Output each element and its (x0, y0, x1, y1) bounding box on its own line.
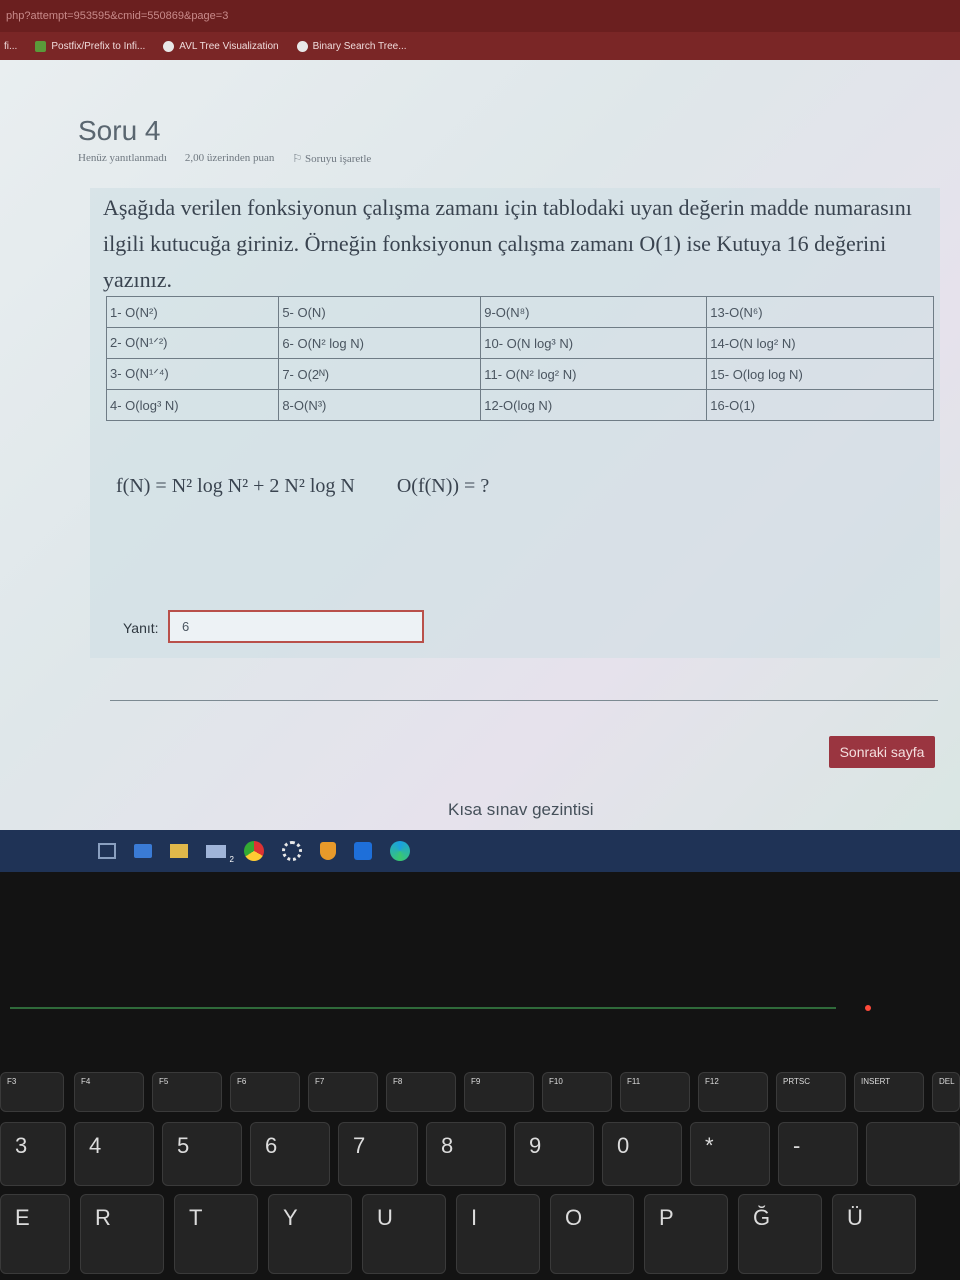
mail-badge: 2 (229, 854, 234, 864)
key-6[interactable]: 6 (250, 1122, 330, 1186)
key-backspace[interactable] (866, 1122, 960, 1186)
file-explorer-icon[interactable] (134, 844, 152, 858)
task-view-icon[interactable] (98, 843, 116, 859)
key-asterisk[interactable]: * (690, 1122, 770, 1186)
key-f4[interactable]: F4 (74, 1072, 144, 1112)
key-t[interactable]: T (174, 1194, 258, 1274)
key-f6[interactable]: F6 (230, 1072, 300, 1112)
key-9[interactable]: 9 (514, 1122, 594, 1186)
settings-icon[interactable] (282, 841, 302, 861)
bookmark-favicon-icon (35, 40, 47, 52)
option-cell: 14-O(N log² N) (706, 327, 934, 359)
option-cell: 2- O(N¹ᐟ²) (105, 327, 280, 359)
option-cell: 7- O(2ᴺ) (278, 358, 482, 390)
function-formula: f(N) = N² log N² + 2 N² log N (116, 475, 355, 497)
key-g-breve[interactable]: Ğ (738, 1194, 822, 1274)
answer-label: Yanıt: (123, 620, 159, 636)
divider (110, 700, 938, 701)
table-row: 2- O(N¹ᐟ²) 6- O(N² log N) 10- O(N log³ N… (105, 327, 934, 359)
key-3[interactable]: 3 (0, 1122, 66, 1186)
key-prtsc[interactable]: PRTSC (776, 1072, 846, 1112)
key-7[interactable]: 7 (338, 1122, 418, 1186)
shield-icon[interactable] (320, 842, 336, 860)
key-f3[interactable]: F3 (0, 1072, 64, 1112)
next-page-button[interactable]: Sonraki sayfa (829, 736, 935, 768)
option-cell: 1- O(N²) (105, 296, 280, 328)
option-cell: 4- O(log³ N) (105, 389, 280, 421)
options-table: 1- O(N²) 5- O(N) 9-O(N⁸) 13-O(N⁶) 2- O(N… (105, 296, 934, 421)
question-info: Henüz yanıtlanmadı 2,00 üzerinden puan ⚐… (78, 152, 371, 165)
key-r[interactable]: R (80, 1194, 164, 1274)
key-f7[interactable]: F7 (308, 1072, 378, 1112)
question-status: Henüz yanıtlanmadı (78, 152, 167, 164)
key-e[interactable]: E (0, 1194, 70, 1274)
laptop-keyboard: F3 F4 F5 F6 F7 F8 F9 F10 F11 F12 PRTSC I… (0, 872, 960, 1280)
bookmark-item[interactable]: Postfix/Prefix to Infi... (35, 40, 145, 52)
option-cell: 13-O(N⁶) (706, 296, 934, 328)
complexity-question: O(f(N)) = ? (396, 475, 490, 497)
key-minus[interactable]: - (778, 1122, 858, 1186)
quiz-page: Soru 4 Henüz yanıtlanmadı 2,00 üzerinden… (0, 60, 960, 830)
mail-icon[interactable]: 2 (206, 844, 234, 864)
option-cell: 11- O(N² log² N) (480, 358, 708, 390)
bookmark-item[interactable]: AVL Tree Visualization (163, 40, 279, 52)
key-insert[interactable]: INSERT (854, 1072, 924, 1112)
globe-icon (296, 40, 308, 52)
key-4[interactable]: 4 (74, 1122, 154, 1186)
question-text: Aşağıda verilen fonksiyonun çalışma zama… (103, 195, 912, 292)
option-cell: 16-O(1) (706, 389, 934, 421)
option-cell: 8-O(N³) (278, 389, 482, 421)
key-f8[interactable]: F8 (386, 1072, 456, 1112)
table-row: 4- O(log³ N) 8-O(N³) 12-O(log N) 16-O(1) (105, 389, 934, 421)
power-led (865, 1005, 871, 1011)
key-f5[interactable]: F5 (152, 1072, 222, 1112)
option-cell: 10- O(N log³ N) (480, 327, 708, 359)
key-f11[interactable]: F11 (620, 1072, 690, 1112)
bookmark-item[interactable]: fi... (4, 41, 17, 52)
quiz-navigation-heading: Kısa sınav gezintisi (448, 800, 594, 819)
key-f9[interactable]: F9 (464, 1072, 534, 1112)
folder-icon[interactable] (170, 844, 188, 858)
flag-question-link[interactable]: ⚐ Soruyu işaretle (292, 152, 371, 165)
option-cell: 9-O(N⁸) (480, 296, 708, 328)
key-0[interactable]: 0 (602, 1122, 682, 1186)
question-title: Soru 4 (78, 115, 161, 146)
option-cell: 15- O(log log N) (706, 358, 934, 390)
flag-icon: ⚐ (292, 153, 306, 165)
option-cell: 6- O(N² log N) (278, 327, 482, 359)
key-y[interactable]: Y (268, 1194, 352, 1274)
key-8[interactable]: 8 (426, 1122, 506, 1186)
table-row: 1- O(N²) 5- O(N) 9-O(N⁸) 13-O(N⁶) (105, 296, 934, 328)
key-i[interactable]: I (456, 1194, 540, 1274)
key-o[interactable]: O (550, 1194, 634, 1274)
option-cell: 12-O(log N) (480, 389, 708, 421)
chrome-icon[interactable] (244, 841, 264, 861)
key-5[interactable]: 5 (162, 1122, 242, 1186)
bookmark-item[interactable]: Binary Search Tree... (296, 40, 407, 52)
key-f10[interactable]: F10 (542, 1072, 612, 1112)
key-f12[interactable]: F12 (698, 1072, 768, 1112)
formula-line: f(N) = N² log N² + 2 N² log N O(f(N)) = … (116, 475, 489, 498)
camera-icon[interactable] (354, 842, 372, 860)
address-bar[interactable]: php?attempt=953595&cmid=550869&page=3 (0, 0, 960, 32)
table-row: 3- O(N¹ᐟ⁴) 7- O(2ᴺ) 11- O(N² log² N) 15-… (105, 358, 934, 390)
question-points: 2,00 üzerinden puan (184, 152, 275, 164)
status-light-strip (10, 1007, 836, 1009)
taskbar: 2 (0, 830, 960, 872)
globe-icon (163, 40, 175, 52)
key-u[interactable]: U (362, 1194, 446, 1274)
key-u-umlaut[interactable]: Ü (832, 1194, 916, 1274)
key-delete[interactable]: DEL (932, 1072, 960, 1112)
key-p[interactable]: P (644, 1194, 728, 1274)
option-cell: 5- O(N) (278, 296, 482, 328)
answer-input[interactable]: 6 (168, 610, 424, 643)
bookmarks-bar: fi... Postfix/Prefix to Infi... AVL Tree… (0, 32, 960, 60)
edge-icon[interactable] (390, 841, 410, 861)
option-cell: 3- O(N¹ᐟ⁴) (105, 358, 280, 390)
